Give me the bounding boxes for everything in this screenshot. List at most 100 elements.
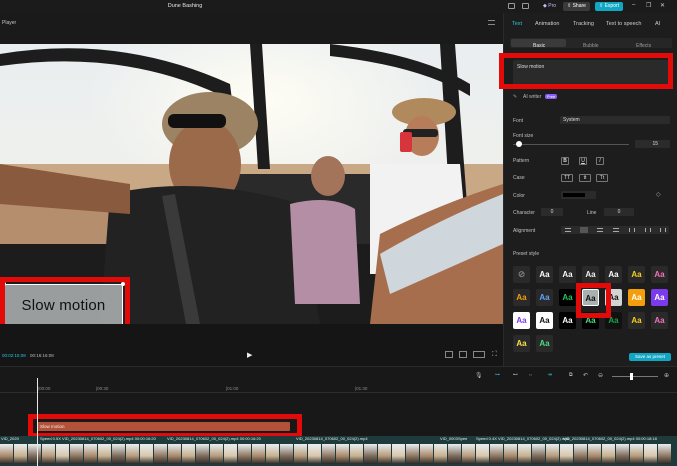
align-right-icon[interactable] xyxy=(597,228,603,232)
vertical-center-icon[interactable] xyxy=(645,228,651,232)
share-button[interactable]: ⇪ Share xyxy=(563,2,590,11)
layout-icon[interactable] xyxy=(508,3,515,9)
clip-thumbnail xyxy=(308,444,322,464)
zoom-slider[interactable] xyxy=(612,376,658,377)
snapshot-icon[interactable]: ⧉ xyxy=(569,372,573,378)
preset-style-4[interactable]: Aa xyxy=(605,266,622,283)
tab-text[interactable]: Text xyxy=(512,21,522,27)
align-center-icon[interactable] xyxy=(580,227,588,233)
font-size-slider-thumb[interactable] xyxy=(516,141,522,147)
font-size-slider[interactable] xyxy=(513,144,629,145)
keyframe-icon[interactable]: ◇ xyxy=(656,191,661,198)
split-icon[interactable]: ⇹ xyxy=(548,372,552,378)
line-spacing-input[interactable]: 0 xyxy=(604,208,634,216)
clip-thumbnail xyxy=(252,444,266,464)
case-lower-button[interactable]: tt xyxy=(579,174,591,182)
zoom-slider-thumb[interactable] xyxy=(630,373,633,380)
player-menu-icon[interactable] xyxy=(488,20,495,25)
preset-style-label: Preset style xyxy=(513,251,540,257)
preset-style-2[interactable]: Aa xyxy=(559,266,576,283)
ratio-icon[interactable] xyxy=(473,351,485,358)
fit-icon[interactable] xyxy=(445,351,453,358)
preview-axis-icon[interactable]: ⇔ xyxy=(528,372,533,378)
text-input-area[interactable]: Slow motion xyxy=(513,60,671,86)
resize-handle-tl[interactable] xyxy=(2,282,6,286)
case-title-button[interactable]: Tt xyxy=(596,174,608,182)
preset-style-21[interactable]: Aa xyxy=(513,335,530,352)
snap-icon[interactable]: ⊶ xyxy=(495,372,500,378)
preset-style-8[interactable]: Aa xyxy=(536,289,553,306)
preset-style-17[interactable]: Aa xyxy=(582,312,599,329)
undo-icon[interactable]: ↶ xyxy=(583,372,588,379)
character-value: 0 xyxy=(550,209,554,215)
vertical-bottom-icon[interactable] xyxy=(660,228,666,232)
clip-thumbnail xyxy=(658,444,672,464)
preset-style-18[interactable]: Aa xyxy=(605,312,622,329)
window-title: Dune Bashing xyxy=(167,3,203,9)
preset-style-14[interactable]: Aa xyxy=(513,312,530,329)
font-size-input[interactable]: 15 xyxy=(635,140,670,148)
clip-label-1: Speed 0.5X VID_20230814_070602_00_024(2)… xyxy=(40,436,156,441)
preset-style-5[interactable]: Aa xyxy=(628,266,645,283)
clip-thumbnail xyxy=(644,444,658,464)
clip-thumbnail xyxy=(322,444,336,464)
subtab-effects[interactable]: Effects xyxy=(636,43,651,49)
play-icon[interactable]: ▶ xyxy=(247,351,252,359)
zoom-in-icon[interactable]: ⊕ xyxy=(664,372,669,379)
zoom-out-icon[interactable]: ⊖ xyxy=(598,372,603,379)
playhead[interactable] xyxy=(37,378,38,466)
preset-style-19[interactable]: Aa xyxy=(628,312,645,329)
preset-style-9[interactable]: Aa xyxy=(559,289,576,306)
clip-thumbnail xyxy=(406,444,420,464)
maximize-icon[interactable]: ❐ xyxy=(646,2,651,9)
case-upper-button[interactable]: TT xyxy=(561,174,573,182)
character-spacing-input[interactable]: 0 xyxy=(541,208,563,216)
keyboard-icon[interactable] xyxy=(522,3,529,9)
pro-badge[interactable]: ◆ Pro xyxy=(539,2,560,11)
video-preview[interactable] xyxy=(0,44,503,324)
minimize-icon[interactable]: – xyxy=(632,2,635,8)
preset-style-22[interactable]: Aa xyxy=(536,335,553,352)
tab-tracking[interactable]: Tracking xyxy=(573,21,594,27)
preset-style-7[interactable]: Aa xyxy=(513,289,530,306)
align-left-icon[interactable] xyxy=(565,228,571,232)
preset-style-selected[interactable]: Aa xyxy=(582,289,599,306)
font-dropdown[interactable]: System xyxy=(560,116,670,124)
color-picker[interactable] xyxy=(561,191,596,199)
quality-icon[interactable] xyxy=(459,351,467,358)
vertical-top-icon[interactable] xyxy=(629,228,635,232)
preset-style-12[interactable]: Aa xyxy=(628,289,645,306)
underline-button[interactable]: U xyxy=(579,157,587,165)
resize-handle-tr[interactable] xyxy=(121,282,125,286)
align-justify-icon[interactable] xyxy=(613,228,619,232)
preset-style-15[interactable]: Aa xyxy=(536,312,553,329)
link-icon[interactable]: ⊷ xyxy=(513,372,518,378)
bold-button[interactable]: B xyxy=(561,157,569,165)
subtab-bubble[interactable]: Bubble xyxy=(583,43,599,49)
italic-button[interactable]: I xyxy=(596,157,604,165)
save-as-preset-button[interactable]: Save as preset xyxy=(629,353,671,361)
preset-style-20[interactable]: Aa xyxy=(651,312,668,329)
subtab-basic[interactable]: Basic xyxy=(533,43,545,49)
microphone-icon[interactable]: 🎙 xyxy=(475,372,483,379)
preset-style-1[interactable]: Aa xyxy=(536,266,553,283)
preset-style-6[interactable]: Aa xyxy=(651,266,668,283)
clip-thumbnail xyxy=(574,444,588,464)
preset-none-icon[interactable]: ⊘ xyxy=(513,266,530,283)
preset-style-3[interactable]: Aa xyxy=(582,266,599,283)
fullscreen-icon[interactable]: ⛶ xyxy=(492,351,497,359)
tab-ai[interactable]: AI xyxy=(655,21,660,27)
close-icon[interactable]: ✕ xyxy=(660,2,665,9)
pattern-label: Pattern xyxy=(513,158,530,164)
ai-writer-button[interactable]: AI writer xyxy=(523,94,541,100)
clip-thumbnail xyxy=(112,444,126,464)
export-button[interactable]: ⇧ Export xyxy=(595,2,624,11)
tab-animation[interactable]: Animation xyxy=(535,21,559,27)
preset-style-11[interactable]: Aa xyxy=(605,289,622,306)
preset-style-16[interactable]: Aa xyxy=(559,312,576,329)
preset-style-13[interactable]: Aa xyxy=(651,289,668,306)
text-panel: Text Animation Tracking Text to speech A… xyxy=(503,13,677,366)
text-clip[interactable]: Slow motion xyxy=(37,422,290,431)
caption-overlay[interactable]: Slow motion xyxy=(4,284,123,326)
tab-text-to-speech[interactable]: Text to speech xyxy=(606,21,641,27)
